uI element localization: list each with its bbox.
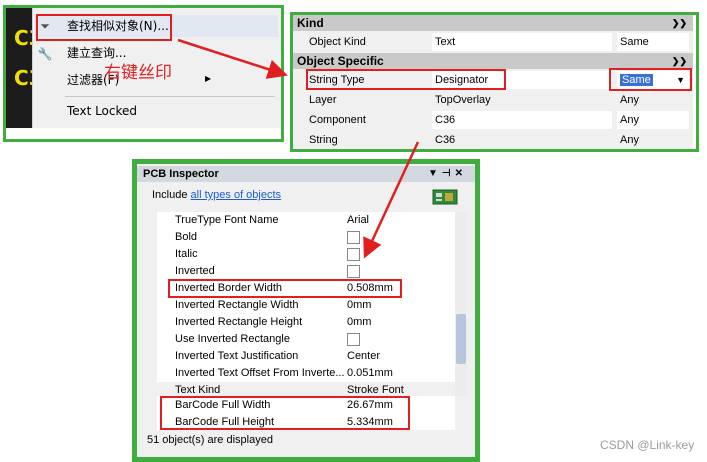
annotation-arrows xyxy=(177,38,420,259)
arrow-to-properties xyxy=(177,38,288,79)
arrow-to-inspector xyxy=(363,141,420,259)
watermark: CSDN @Link-key xyxy=(600,438,695,452)
